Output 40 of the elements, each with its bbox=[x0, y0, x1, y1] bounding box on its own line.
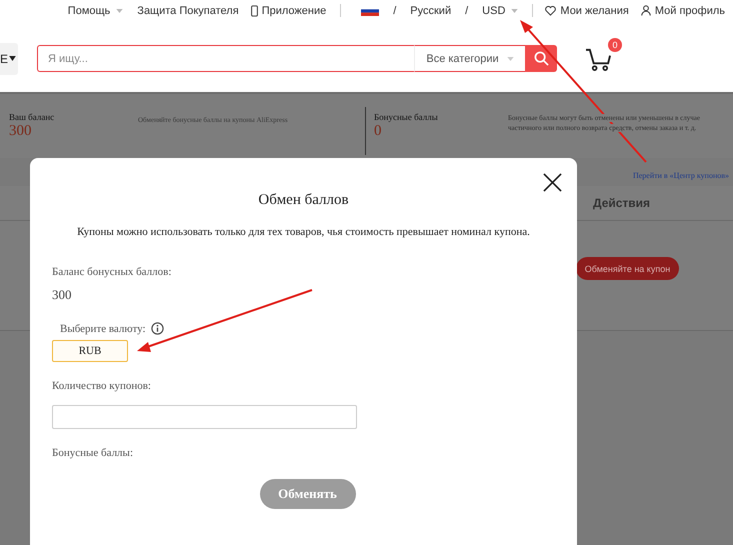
bonus-title: Бонусные баллы bbox=[374, 112, 439, 122]
person-icon bbox=[640, 5, 651, 16]
phone-icon bbox=[250, 4, 258, 16]
heart-icon bbox=[545, 6, 556, 16]
currency-label: Выберите валюту: bbox=[60, 322, 146, 334]
separator-text: / bbox=[393, 4, 396, 16]
quantity-label: Количество купонов: bbox=[52, 380, 151, 392]
search-button[interactable] bbox=[525, 45, 557, 72]
currency-option[interactable]: RUB bbox=[52, 340, 128, 362]
app-link[interactable]: Приложение bbox=[262, 4, 326, 16]
balance-amount: 300 bbox=[52, 287, 72, 303]
search-icon bbox=[534, 51, 548, 66]
language-link[interactable]: Русский bbox=[410, 4, 452, 16]
currency-menu[interactable]: USD bbox=[482, 4, 518, 16]
wishlist-link[interactable]: Мои желания bbox=[560, 4, 629, 16]
caret-icon bbox=[116, 8, 124, 12]
column-header: Действия bbox=[593, 196, 650, 210]
caret-icon bbox=[511, 8, 518, 12]
search-field[interactable]: Я ищу... bbox=[37, 45, 414, 72]
bonus-value: 0 bbox=[374, 123, 382, 140]
dialog-notice: Купоны можно использовать только для тех товаров, чья стоимость превышает номинал купона. bbox=[77, 226, 530, 238]
balance-title: Ваш баланс bbox=[9, 112, 56, 122]
caret-icon bbox=[506, 56, 514, 60]
close-icon[interactable] bbox=[543, 173, 562, 192]
cart-count-badge: 0 bbox=[608, 38, 622, 52]
separator-text: / bbox=[465, 4, 468, 16]
cart-icon[interactable] bbox=[585, 46, 612, 72]
bonus-points-label: Бонусные баллы: bbox=[52, 447, 133, 459]
help-menu[interactable]: Помощь bbox=[68, 4, 124, 16]
caret-icon bbox=[9, 56, 16, 61]
balance-value: 300 bbox=[9, 123, 32, 140]
exchange-button[interactable]: Обменяйте на купон bbox=[576, 257, 679, 280]
buyer-protection-link[interactable]: Защита Покупателя bbox=[137, 4, 239, 16]
balance-label: Баланс бонусных баллов: bbox=[52, 266, 172, 278]
dialog-title: Обмен баллов bbox=[258, 192, 349, 209]
quantity-field[interactable] bbox=[52, 405, 357, 429]
profile-link[interactable]: Мой профиль bbox=[654, 4, 725, 16]
category-menu-button[interactable]: E bbox=[0, 42, 18, 74]
category-dropdown[interactable]: Все категории bbox=[414, 45, 525, 72]
info-icon[interactable] bbox=[150, 322, 164, 335]
